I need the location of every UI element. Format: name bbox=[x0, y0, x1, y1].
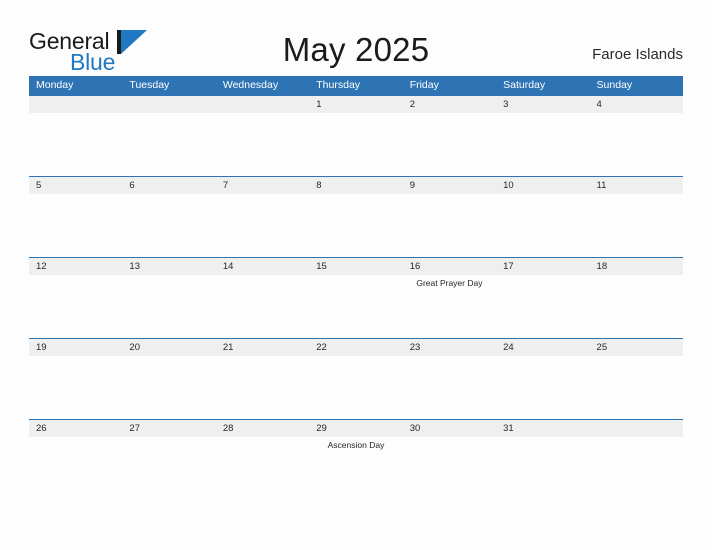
weekday-header-saturday: Saturday bbox=[503, 79, 546, 91]
week-date-band: 12 13 14 15 16 17 18 bbox=[29, 258, 683, 275]
day-cell[interactable] bbox=[309, 113, 402, 176]
day-cell[interactable] bbox=[590, 113, 683, 176]
event-label: Great Prayer Day bbox=[416, 278, 483, 288]
day-cell[interactable]: Great Prayer Day bbox=[403, 275, 496, 338]
day-number[interactable] bbox=[216, 96, 309, 113]
day-cell[interactable] bbox=[496, 113, 589, 176]
weekday-header-monday: Monday bbox=[36, 79, 74, 91]
day-number[interactable]: 6 bbox=[122, 177, 215, 194]
weekday-header-row: Monday Tuesday Wednesday Thursday Friday… bbox=[29, 76, 683, 95]
day-number[interactable]: 23 bbox=[403, 339, 496, 356]
day-cell[interactable] bbox=[496, 437, 589, 500]
day-number[interactable]: 1 bbox=[309, 96, 402, 113]
week-date-band: 5 6 7 8 9 10 11 bbox=[29, 177, 683, 194]
day-cell[interactable] bbox=[122, 194, 215, 257]
day-number[interactable]: 14 bbox=[216, 258, 309, 275]
day-number[interactable]: 31 bbox=[496, 420, 589, 437]
calendar-week-row: 19 20 21 22 23 24 25 bbox=[29, 338, 683, 419]
day-number[interactable] bbox=[590, 420, 683, 437]
day-number[interactable]: 15 bbox=[309, 258, 402, 275]
day-number[interactable]: 26 bbox=[29, 420, 122, 437]
region-label: Faroe Islands bbox=[592, 46, 683, 63]
day-number[interactable]: 5 bbox=[29, 177, 122, 194]
day-cell[interactable] bbox=[216, 437, 309, 500]
week-date-band: 1 2 3 4 bbox=[29, 96, 683, 113]
page-header: General Blue May 2025 Faroe Islands bbox=[0, 0, 712, 76]
day-number[interactable]: 11 bbox=[590, 177, 683, 194]
day-number[interactable] bbox=[122, 96, 215, 113]
day-number[interactable]: 13 bbox=[122, 258, 215, 275]
day-cell[interactable]: Ascension Day bbox=[309, 437, 402, 500]
day-cell[interactable] bbox=[216, 275, 309, 338]
day-cell[interactable] bbox=[122, 275, 215, 338]
day-number[interactable]: 9 bbox=[403, 177, 496, 194]
day-number[interactable]: 24 bbox=[496, 339, 589, 356]
day-number[interactable]: 17 bbox=[496, 258, 589, 275]
day-cell[interactable] bbox=[496, 275, 589, 338]
day-cell[interactable] bbox=[29, 275, 122, 338]
week-event-band bbox=[29, 113, 683, 176]
day-number[interactable]: 27 bbox=[122, 420, 215, 437]
day-number[interactable]: 21 bbox=[216, 339, 309, 356]
event-label: Ascension Day bbox=[327, 440, 385, 450]
weekday-header-wednesday: Wednesday bbox=[222, 79, 279, 91]
day-cell[interactable] bbox=[122, 356, 215, 419]
day-cell[interactable] bbox=[403, 437, 496, 500]
week-event-band: Great Prayer Day bbox=[29, 275, 683, 338]
day-cell[interactable] bbox=[496, 356, 589, 419]
day-cell[interactable] bbox=[122, 437, 215, 500]
day-number[interactable]: 29 bbox=[309, 420, 402, 437]
week-date-band: 26 27 28 29 30 31 bbox=[29, 420, 683, 437]
calendar-week-row: 1 2 3 4 bbox=[29, 95, 683, 176]
day-cell[interactable] bbox=[29, 194, 122, 257]
day-cell[interactable] bbox=[590, 437, 683, 500]
day-number[interactable]: 2 bbox=[403, 96, 496, 113]
day-number[interactable]: 19 bbox=[29, 339, 122, 356]
week-event-band: Ascension Day bbox=[29, 437, 683, 500]
day-cell[interactable] bbox=[590, 356, 683, 419]
day-number[interactable]: 20 bbox=[122, 339, 215, 356]
calendar-week-row: 5 6 7 8 9 10 11 bbox=[29, 176, 683, 257]
day-cell[interactable] bbox=[29, 113, 122, 176]
day-cell[interactable] bbox=[403, 194, 496, 257]
day-number[interactable]: 4 bbox=[590, 96, 683, 113]
day-number[interactable]: 8 bbox=[309, 177, 402, 194]
day-cell[interactable] bbox=[309, 356, 402, 419]
calendar-week-row: 12 13 14 15 16 17 18 Great Prayer Day bbox=[29, 257, 683, 338]
day-number[interactable]: 28 bbox=[216, 420, 309, 437]
day-number[interactable]: 3 bbox=[496, 96, 589, 113]
calendar-grid: Monday Tuesday Wednesday Thursday Friday… bbox=[29, 76, 683, 500]
day-cell[interactable] bbox=[29, 356, 122, 419]
day-cell[interactable] bbox=[403, 113, 496, 176]
day-cell[interactable] bbox=[29, 437, 122, 500]
day-cell[interactable] bbox=[309, 194, 402, 257]
day-cell[interactable] bbox=[496, 194, 589, 257]
weekday-header-friday: Friday bbox=[409, 79, 439, 91]
day-number[interactable]: 30 bbox=[403, 420, 496, 437]
day-number[interactable]: 25 bbox=[590, 339, 683, 356]
day-number[interactable]: 7 bbox=[216, 177, 309, 194]
day-number[interactable]: 16 bbox=[403, 258, 496, 275]
day-cell[interactable] bbox=[590, 275, 683, 338]
week-date-band: 19 20 21 22 23 24 25 bbox=[29, 339, 683, 356]
day-number[interactable]: 12 bbox=[29, 258, 122, 275]
day-number[interactable]: 10 bbox=[496, 177, 589, 194]
day-cell[interactable] bbox=[216, 194, 309, 257]
day-number[interactable]: 22 bbox=[309, 339, 402, 356]
day-cell[interactable] bbox=[216, 356, 309, 419]
weekday-header-tuesday: Tuesday bbox=[129, 79, 170, 91]
week-event-band bbox=[29, 356, 683, 419]
day-number[interactable] bbox=[29, 96, 122, 113]
day-cell[interactable] bbox=[122, 113, 215, 176]
day-cell[interactable] bbox=[216, 113, 309, 176]
week-event-band bbox=[29, 194, 683, 257]
weekday-header-thursday: Thursday bbox=[316, 79, 361, 91]
day-cell[interactable] bbox=[309, 275, 402, 338]
day-cell[interactable] bbox=[590, 194, 683, 257]
day-number[interactable]: 18 bbox=[590, 258, 683, 275]
weekday-header-sunday: Sunday bbox=[596, 79, 633, 91]
calendar-week-row: 26 27 28 29 30 31 Ascension Day bbox=[29, 419, 683, 500]
day-cell[interactable] bbox=[403, 356, 496, 419]
